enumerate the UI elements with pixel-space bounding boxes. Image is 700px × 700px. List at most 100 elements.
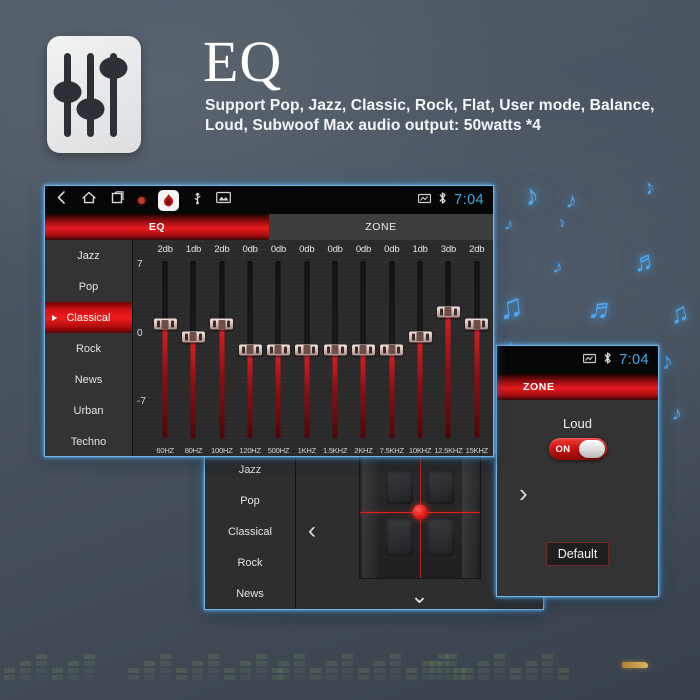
eq-band-thumb[interactable] [210, 318, 234, 330]
eq-band-value: 1db [185, 244, 202, 255]
list-item[interactable]: Jazz [205, 454, 295, 485]
visualizer-column [68, 661, 79, 682]
visualizer-column [294, 654, 305, 682]
list-item[interactable]: Classical [205, 516, 295, 547]
eq-band-thumb[interactable] [351, 344, 375, 355]
chevron-down-icon[interactable]: ⌄ [410, 585, 428, 607]
eq-band-thumb[interactable] [380, 344, 404, 355]
sd-card-icon [418, 191, 432, 209]
eq-band-track[interactable] [153, 261, 177, 438]
usb-icon[interactable] [192, 190, 203, 210]
visualizer-column [342, 654, 353, 682]
eq-band-track[interactable] [295, 261, 319, 438]
eq-band-thumb[interactable] [465, 318, 489, 330]
eq-band-track[interactable] [266, 261, 290, 438]
bluetooth-icon [602, 351, 613, 370]
eq-band[interactable]: 3db 12.5KHZ [434, 240, 462, 456]
eq-band[interactable]: 0db 120HZ [236, 240, 264, 456]
visualizer-cell [342, 675, 353, 680]
chevron-left-icon[interactable]: ‹ [308, 519, 316, 543]
visualizer-cell [192, 668, 203, 673]
eq-band-track[interactable] [238, 261, 262, 438]
music-note-icon: ♪ [670, 402, 684, 426]
balance-preset-list[interactable]: Jazz Pop Classical Rock News [205, 453, 296, 609]
eq-band-track[interactable] [436, 261, 460, 438]
sidebar-item-urban[interactable]: Urban [45, 396, 132, 427]
sidebar-item-classical[interactable]: Classical [45, 302, 132, 334]
eq-band-track[interactable] [181, 261, 205, 438]
back-arrow-icon[interactable] [55, 190, 68, 210]
eq-band-thumb[interactable] [181, 331, 205, 343]
zone-statusbar-right: 7:04 [583, 346, 649, 374]
recents-icon[interactable] [110, 190, 125, 210]
eq-band-fill [219, 324, 225, 438]
default-button[interactable]: Default [545, 542, 610, 566]
tab-eq[interactable]: EQ [45, 214, 269, 240]
eq-band-track[interactable] [210, 261, 234, 438]
eq-band-thumb-core [218, 319, 226, 329]
eq-band[interactable]: 1db 10KHZ [406, 240, 434, 456]
eq-band-thumb[interactable] [436, 306, 460, 318]
tab-zone-label: ZONE [523, 381, 555, 393]
visualizer-column [462, 668, 473, 682]
visualizer-cell [192, 661, 203, 666]
eq-band-thumb[interactable] [238, 344, 262, 355]
music-note-icon: ♪ [554, 213, 569, 232]
home-icon[interactable] [81, 190, 97, 210]
radio-app-icon[interactable] [158, 189, 179, 211]
visualizer-cell [278, 668, 289, 673]
list-item[interactable]: Rock [205, 547, 295, 578]
eq-band-track[interactable] [380, 261, 404, 438]
selected-caret-icon [52, 314, 57, 321]
eq-band-thumb-core [331, 345, 339, 354]
visualizer-cell [144, 675, 155, 680]
car-cabin-fader-pad[interactable] [358, 457, 481, 579]
eq-band-thumb[interactable] [295, 344, 319, 355]
loud-toggle[interactable]: ON [548, 438, 607, 460]
fader-position-dot[interactable] [412, 504, 427, 520]
eq-tabbar[interactable]: EQ ZONE [45, 214, 493, 240]
eq-band[interactable]: 2db 100HZ [208, 240, 236, 456]
eq-band-track[interactable] [323, 261, 347, 438]
eq-preset-list[interactable]: Jazz Pop Classical Rock News Urban Techn… [45, 240, 133, 456]
visualizer-cell [406, 668, 417, 673]
eq-band[interactable]: 0db 2KHZ [349, 240, 377, 456]
chevron-right-icon[interactable]: › [519, 480, 528, 506]
bluetooth-icon [437, 191, 448, 210]
visualizer-cell [326, 668, 337, 673]
eq-band-track[interactable] [351, 261, 375, 438]
eq-band[interactable]: 0db 1KHZ [293, 240, 321, 456]
eq-band-track[interactable] [408, 261, 432, 438]
eq-band[interactable]: 0db 1.5KHZ [321, 240, 349, 456]
list-item[interactable]: Pop [205, 485, 295, 516]
eq-band[interactable]: 2db 60HZ [151, 240, 179, 456]
music-note-icon: ♬ [585, 290, 621, 329]
sidebar-item-pop[interactable]: Pop [45, 271, 132, 302]
visualizer-cell [36, 675, 47, 680]
eq-band-track[interactable] [465, 261, 489, 438]
sidebar-item-jazz[interactable]: Jazz [45, 240, 132, 271]
sidebar-item-rock[interactable]: Rock [45, 333, 132, 364]
eq-band[interactable]: 0db 7.5KHZ [378, 240, 406, 456]
eq-band[interactable]: 1db 80HZ [179, 240, 207, 456]
gallery-icon[interactable] [216, 191, 231, 209]
sidebar-item-news[interactable]: News [45, 365, 132, 396]
record-dot-icon[interactable] [138, 196, 145, 204]
visualizer-cell [20, 661, 31, 666]
tab-zone[interactable]: ZONE [269, 214, 493, 240]
sidebar-item-techno[interactable]: Techno [45, 427, 132, 456]
zone-tabbar[interactable]: ZONE [497, 374, 658, 400]
eq-band[interactable]: 0db 500HZ [264, 240, 292, 456]
visualizer-cell [422, 675, 433, 680]
visualizer-cell [462, 675, 473, 680]
eq-band-thumb[interactable] [266, 344, 290, 355]
preset-label: News [74, 374, 103, 387]
tab-zone[interactable]: ZONE [497, 374, 658, 400]
eq-band[interactable]: 2db 15KHZ [463, 240, 491, 456]
visualizer-cell [294, 675, 305, 680]
list-item[interactable]: News [205, 578, 295, 609]
eq-band-thumb[interactable] [323, 344, 347, 355]
eq-band-thumb[interactable] [408, 331, 432, 343]
eq-band-thumb[interactable] [153, 318, 177, 330]
visualizer-cell [430, 668, 441, 673]
